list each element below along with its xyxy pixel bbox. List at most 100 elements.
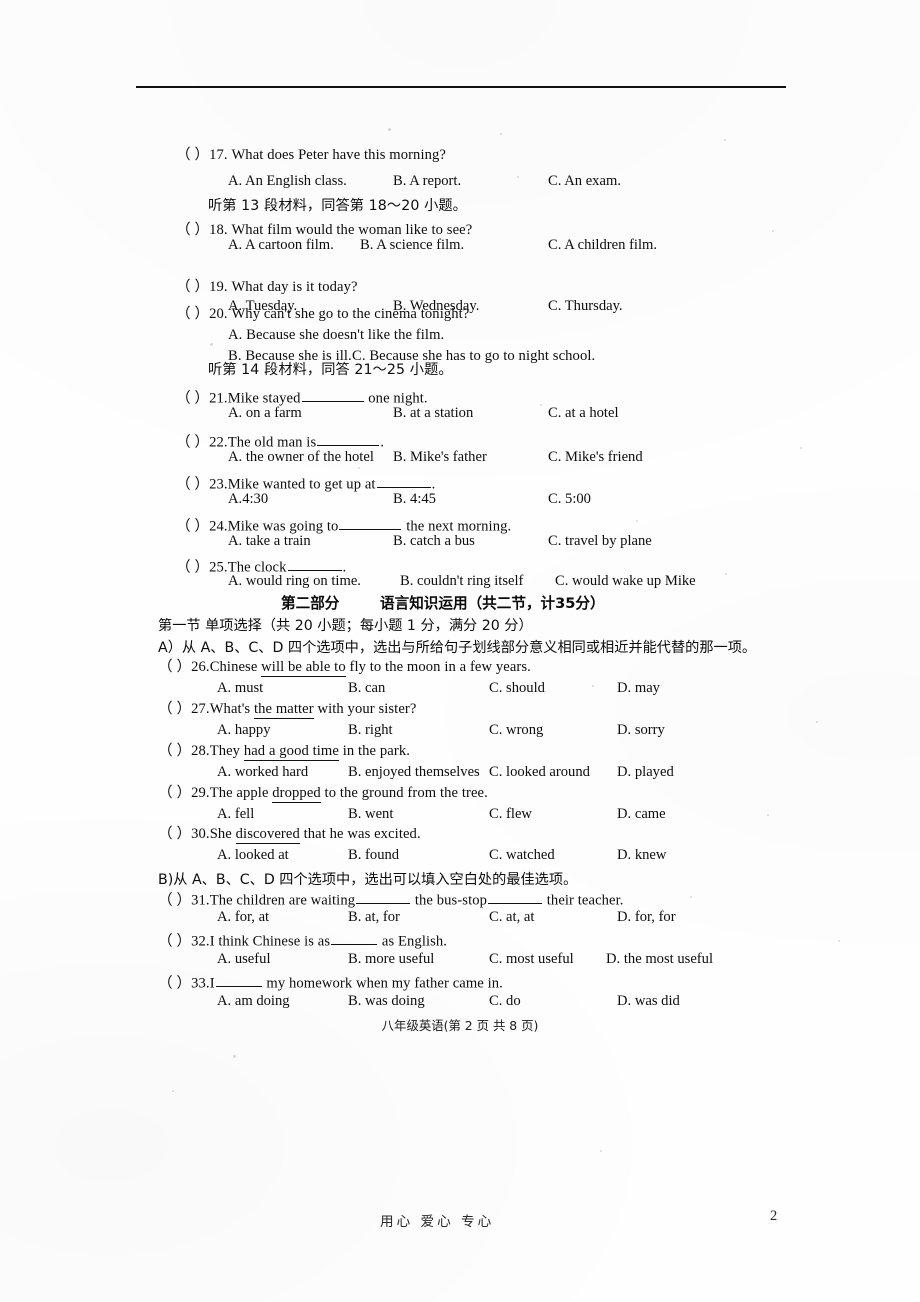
- question-30-text-post: that he was excited.: [299, 826, 421, 842]
- option-c[interactable]: C. should: [489, 681, 545, 696]
- answer-blank[interactable]: [317, 432, 380, 447]
- option-b[interactable]: B. A report.: [393, 174, 461, 189]
- option-a[interactable]: A. on a farm: [228, 406, 302, 421]
- option-a[interactable]: A. the owner of the hotel: [228, 450, 374, 465]
- question-29-stem: （ ）29.The apple dropped to the ground fr…: [158, 785, 488, 803]
- question-27-text-pre: What's: [209, 701, 254, 717]
- option-d[interactable]: D. came: [617, 807, 666, 822]
- question-22-text-post: .: [380, 434, 384, 451]
- question-33-marker: （ ）33.: [158, 975, 210, 992]
- answer-blank[interactable]: [356, 890, 411, 905]
- option-a[interactable]: A. A cartoon film.: [228, 238, 334, 253]
- option-b[interactable]: B. can: [348, 681, 385, 696]
- question-28-marker: （ ）28.: [158, 743, 210, 759]
- option-c[interactable]: C. An exam.: [548, 174, 621, 189]
- question-20-stem: （ ）20. Why can't she go to the cinema to…: [176, 307, 469, 322]
- option-a[interactable]: A. worked hard: [217, 765, 308, 780]
- question-18-text: What film would the woman like to see?: [231, 222, 473, 238]
- option-b[interactable]: B. enjoyed themselves: [348, 765, 480, 780]
- option-c[interactable]: C. flew: [489, 807, 532, 822]
- option-b[interactable]: B. right: [348, 723, 393, 738]
- option-a[interactable]: A. take a train: [228, 534, 311, 549]
- question-24-marker: （ ）24.: [176, 518, 228, 535]
- option-d[interactable]: D. was did: [617, 994, 680, 1009]
- question-26-underlined: will be able to: [261, 659, 346, 677]
- option-a[interactable]: A. useful: [217, 952, 271, 967]
- option-c[interactable]: C. Thursday.: [548, 299, 623, 314]
- question-29-text-pre: The apple: [209, 785, 273, 801]
- option-c[interactable]: C. at, at: [489, 910, 534, 925]
- option-d[interactable]: D. sorry: [617, 723, 665, 738]
- part-two-title-right: 语言知识运用（共二节，计35分）: [380, 595, 605, 612]
- answer-blank[interactable]: [287, 557, 342, 572]
- question-24-stem: （ ）24.Mike was going to the next morning…: [176, 516, 511, 534]
- option-b[interactable]: B. found: [348, 848, 399, 863]
- option-a[interactable]: A. am doing: [217, 994, 290, 1009]
- page-footer-label: 八年级英语(第 2 页 共 8 页): [381, 1018, 539, 1033]
- scan-speck: [233, 1055, 236, 1058]
- question-20-text: Why can't she go to the cinema tonight?: [231, 306, 470, 322]
- scan-speck: [210, 343, 213, 346]
- question-17-marker: （ ）17.: [176, 147, 228, 163]
- option-b[interactable]: B. Mike's father: [393, 450, 487, 465]
- section-one-heading: 第一节 单项选择（共 20 小题；每小题 1 分，满分 20 分）: [158, 618, 533, 634]
- option-a[interactable]: A. looked at: [217, 848, 289, 863]
- option-b[interactable]: B. 4:45: [393, 492, 436, 507]
- answer-blank[interactable]: [215, 973, 262, 988]
- option-a[interactable]: A. An English class.: [228, 174, 347, 189]
- option-d[interactable]: D. may: [617, 681, 660, 696]
- option-b[interactable]: B. was doing: [348, 994, 425, 1009]
- option-c[interactable]: C. 5:00: [548, 492, 591, 507]
- option-a[interactable]: A. Because she doesn't like the film.: [228, 328, 444, 343]
- answer-blank[interactable]: [376, 474, 431, 489]
- option-a[interactable]: A. fell: [217, 807, 254, 822]
- option-c[interactable]: C. A children film.: [548, 238, 657, 253]
- question-31-marker: （ ）31.: [158, 892, 210, 909]
- option-d[interactable]: D. the most useful: [606, 952, 713, 967]
- option-c[interactable]: C. looked around: [489, 765, 590, 780]
- answer-blank[interactable]: [301, 388, 364, 403]
- option-d[interactable]: D. played: [617, 765, 674, 780]
- scanned-exam-page: （ ）17. What does Peter have this morning…: [0, 0, 920, 1302]
- question-21-marker: （ ）21.: [176, 390, 228, 407]
- question-26-text-pre: Chinese: [209, 659, 262, 675]
- option-b[interactable]: B. more useful: [348, 952, 434, 967]
- question-33-stem: （ ）33.I my homework when my father came …: [158, 973, 503, 991]
- question-31-stem: （ ）31.The children are waiting the bus-s…: [158, 890, 624, 908]
- scan-speck: [388, 128, 391, 131]
- scan-speck: [690, 896, 692, 898]
- answer-blank[interactable]: [488, 890, 543, 905]
- option-c[interactable]: C. most useful: [489, 952, 574, 967]
- option-c[interactable]: C. watched: [489, 848, 555, 863]
- question-26-marker: （ ）26.: [158, 659, 210, 675]
- question-27-marker: （ ）27.: [158, 701, 210, 717]
- option-c[interactable]: C. travel by plane: [548, 534, 652, 549]
- option-b[interactable]: B. A science film.: [360, 238, 464, 253]
- option-d[interactable]: D. knew: [617, 848, 666, 863]
- part-two-title-left: 第二部分: [281, 595, 340, 612]
- option-b[interactable]: B. catch a bus: [393, 534, 475, 549]
- option-c[interactable]: C. do: [489, 994, 521, 1009]
- answer-blank[interactable]: [339, 516, 402, 531]
- option-c[interactable]: C. at a hotel: [548, 406, 619, 421]
- option-c[interactable]: C. Mike's friend: [548, 450, 643, 465]
- question-30-marker: （ ）30.: [158, 826, 210, 842]
- option-a[interactable]: A.4:30: [228, 492, 268, 507]
- scan-speck: [725, 573, 727, 575]
- option-a[interactable]: A. would ring on time.: [228, 574, 361, 589]
- question-23-stem: （ ）23.Mike wanted to get up at.: [176, 474, 435, 492]
- option-c[interactable]: C. wrong: [489, 723, 543, 738]
- option-d[interactable]: D. for, for: [617, 910, 676, 925]
- answer-blank[interactable]: [331, 931, 378, 946]
- option-a[interactable]: A. happy: [217, 723, 271, 738]
- question-22-stem: （ ）22.The old man is.: [176, 432, 384, 450]
- option-b[interactable]: B. at, for: [348, 910, 400, 925]
- option-b[interactable]: B. went: [348, 807, 393, 822]
- option-a[interactable]: A. for, at: [217, 910, 269, 925]
- option-a[interactable]: A. must: [217, 681, 263, 696]
- option-b[interactable]: B. couldn't ring itself: [400, 574, 523, 589]
- listening-instruction-14: 听第 14 段材料，同答 21～25 小题。: [208, 362, 453, 378]
- question-18-stem: （ ）18. What film would the woman like to…: [176, 223, 472, 238]
- option-b[interactable]: B. at a station: [393, 406, 473, 421]
- option-c[interactable]: C. would wake up Mike: [555, 574, 696, 589]
